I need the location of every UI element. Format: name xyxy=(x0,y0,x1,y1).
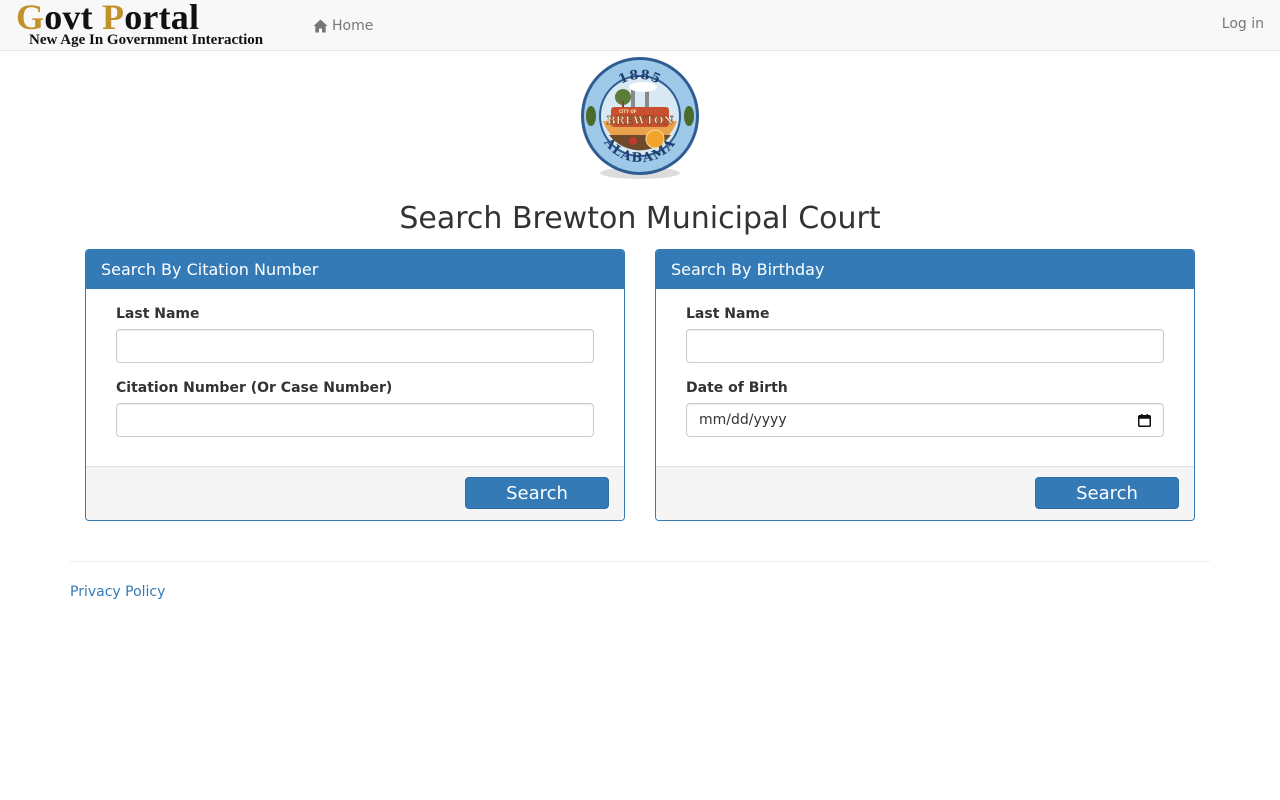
brand-tagline: New Age In Government Interaction xyxy=(29,32,264,48)
birthday-panel-heading: Search By Birthday xyxy=(656,250,1194,289)
nav-home-link[interactable]: Home xyxy=(313,16,373,36)
seal-city-name-text: BREWTON xyxy=(607,114,674,127)
birthday-search-panel: Search By Birthday Last Name Date of Bir… xyxy=(655,249,1195,521)
calendar-icon[interactable] xyxy=(1138,413,1151,427)
footer-divider xyxy=(70,561,1210,562)
citation-search-panel: Search By Citation Number Last Name Cita… xyxy=(85,249,625,521)
top-navbar: Govt Portal New Age In Government Intera… xyxy=(0,0,1280,51)
birthday-panel-footer: Search xyxy=(656,466,1194,520)
nav-home-label: Home xyxy=(332,18,374,34)
dob-label: Date of Birth xyxy=(686,380,788,396)
citation-number-label: Citation Number (Or Case Number) xyxy=(116,380,393,396)
citation-panel-heading: Search By Citation Number xyxy=(86,250,624,289)
brand-logo-link[interactable]: Govt Portal New Age In Government Intera… xyxy=(16,0,286,50)
birthday-panel-body: Last Name Date of Birth mm/dd/yyyy xyxy=(656,289,1194,467)
citation-panel-footer: Search xyxy=(86,466,624,520)
page-title: Search Brewton Municipal Court xyxy=(399,201,881,236)
citation-panel-body: Last Name Citation Number (Or Case Numbe… xyxy=(86,289,624,467)
city-seal-emblem: CITY OF BREWTON 1885 ALABAMA xyxy=(581,57,699,179)
privacy-policy-link[interactable]: Privacy Policy xyxy=(70,584,165,600)
dob-date-input[interactable]: mm/dd/yyyy xyxy=(686,403,1164,437)
citation-last-name-input[interactable] xyxy=(116,329,594,363)
dob-placeholder: mm/dd/yyyy xyxy=(699,412,787,428)
birthday-search-button[interactable]: Search xyxy=(1035,477,1179,509)
login-link[interactable]: Log in xyxy=(1222,16,1264,32)
birthday-last-name-input[interactable] xyxy=(686,329,1164,363)
home-icon xyxy=(313,19,328,33)
birthday-last-name-label: Last Name xyxy=(686,306,770,322)
citation-search-button[interactable]: Search xyxy=(465,477,609,509)
citation-number-input[interactable] xyxy=(116,403,594,437)
citation-last-name-label: Last Name xyxy=(116,306,200,322)
